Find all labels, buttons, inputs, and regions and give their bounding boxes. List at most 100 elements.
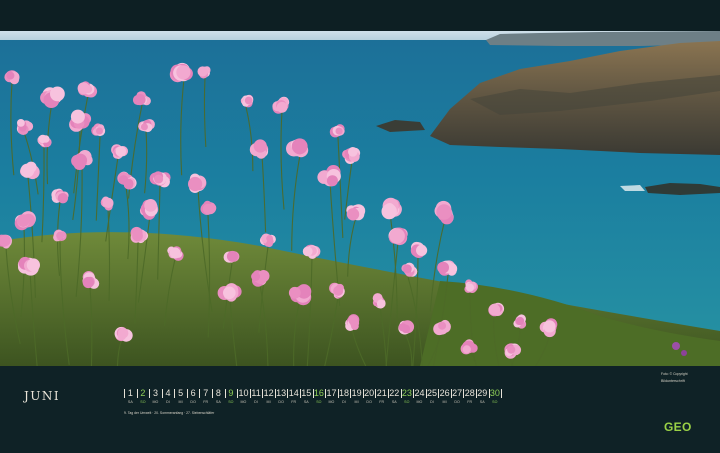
- calendar-day: 17 MO: [325, 388, 338, 405]
- day-number: 26: [439, 388, 450, 398]
- day-separator: [262, 389, 264, 398]
- calendar-day: 12 MI: [262, 388, 275, 405]
- day-separator: [475, 389, 477, 398]
- day-separator: [450, 389, 452, 398]
- day-number: 14: [288, 388, 299, 398]
- day-number: 15: [301, 388, 312, 398]
- top-band: [0, 0, 720, 31]
- weekday-label: FR: [379, 400, 385, 404]
- day-number: 7: [203, 388, 209, 398]
- day-separator: [425, 389, 427, 398]
- day-separator: [299, 389, 301, 398]
- day-number: 19: [351, 388, 362, 398]
- holiday-notes: 9. Tag der Umwelt · 20. Sommeranfang · 2…: [124, 411, 215, 415]
- thrift-flower: [346, 204, 366, 221]
- calendar-day: 9 SO: [224, 388, 238, 405]
- day-separator: [174, 389, 176, 398]
- day-number: 2: [140, 388, 146, 398]
- day-number: 27: [452, 388, 463, 398]
- weekday-label: DI: [254, 400, 258, 404]
- weekday-label: FR: [291, 400, 297, 404]
- calendar-day: 7 FR: [199, 388, 212, 405]
- day-number: 28: [464, 388, 475, 398]
- calendar-day: 18 DI: [337, 388, 351, 405]
- calendar-day: 8 SA: [211, 388, 225, 405]
- day-number: 13: [276, 388, 287, 398]
- calendar-day: 16 SO: [312, 388, 326, 405]
- calendar-day: 11 DI: [249, 388, 263, 405]
- calendar-day: 1 SA: [124, 388, 137, 405]
- calendar-page: JUNI 1 SA 2 SO 3 MO 4 DI 5 MI 6 DO 7 FR 8 SA 9 SO 10 MO 11 DI…: [0, 0, 720, 453]
- calendar-day: 10 MO: [237, 388, 250, 405]
- weekday-label: MO: [328, 400, 335, 404]
- calendar-day: 2 SO: [136, 388, 150, 405]
- photo-credit: Foto: © Copyright: [661, 372, 688, 376]
- calendar-day: 19 MI: [350, 388, 363, 405]
- day-number: 11: [251, 388, 261, 398]
- calendar-day: 26 MI: [438, 388, 451, 405]
- day-separator: [488, 389, 490, 398]
- weekday-label: MI: [178, 400, 183, 404]
- day-number: 8: [215, 388, 221, 398]
- weekday-label: DO: [366, 400, 372, 404]
- month-title: JUNI: [24, 389, 61, 403]
- day-number: 18: [339, 388, 350, 398]
- weekday-label: DI: [430, 400, 434, 404]
- calendar-day: 5 MI: [174, 388, 187, 405]
- weekday-label: FR: [467, 400, 473, 404]
- day-separator: [438, 389, 440, 398]
- day-number: 25: [427, 388, 438, 398]
- weekday-label: DI: [342, 400, 346, 404]
- weekday-label: SO: [316, 400, 322, 404]
- day-number: 23: [401, 388, 412, 398]
- day-number: 9: [228, 388, 234, 398]
- day-separator: [413, 389, 415, 398]
- day-number: 16: [313, 388, 324, 398]
- photo-caption: Bildunterschrift: [661, 379, 685, 383]
- day-number: 6: [190, 388, 196, 398]
- weekday-label: SO: [228, 400, 234, 404]
- weekday-label: MO: [416, 400, 423, 404]
- day-separator: [149, 389, 151, 398]
- day-number: 20: [364, 388, 375, 398]
- landscape-photo: [0, 31, 720, 366]
- calendar-day: 30 SO: [488, 388, 502, 405]
- weekday-label: SA: [215, 400, 221, 404]
- calendar-day: 29 SA: [475, 388, 489, 405]
- weekday-label: SO: [140, 400, 146, 404]
- day-number: 30: [489, 388, 500, 398]
- day-separator: [161, 389, 163, 398]
- calendar-day: 23 SO: [400, 388, 414, 405]
- calendar-day: 3 MO: [149, 388, 162, 405]
- day-separator: [387, 389, 389, 398]
- day-number: 29: [477, 388, 488, 398]
- calendar-day: 22 SA: [387, 388, 401, 405]
- weekday-label: SA: [391, 400, 397, 404]
- weekday-label: SA: [479, 400, 485, 404]
- weekday-label: FR: [203, 400, 209, 404]
- geo-logo: GEO: [664, 420, 692, 434]
- weekday-label: SO: [492, 400, 498, 404]
- day-number: 10: [238, 388, 249, 398]
- day-number: 4: [165, 388, 171, 398]
- day-separator: [463, 389, 465, 398]
- weekday-label: MI: [266, 400, 271, 404]
- calendar-day: 27 DO: [450, 388, 464, 405]
- day-number: 12: [263, 388, 274, 398]
- day-number: 1: [127, 388, 133, 398]
- calendar-day: 28 FR: [463, 388, 476, 405]
- calendar-day: 14 FR: [287, 388, 300, 405]
- day-number: 3: [152, 388, 158, 398]
- day-number: 21: [376, 388, 387, 398]
- calendar-day: 20 DO: [362, 388, 376, 405]
- day-separator: [375, 389, 377, 398]
- day-separator: [337, 389, 339, 398]
- day-separator: [325, 389, 327, 398]
- day-number: 17: [326, 388, 337, 398]
- day-separator: [224, 389, 226, 398]
- day-separator: [199, 389, 201, 398]
- day-separator: [312, 389, 314, 398]
- day-separator: [350, 389, 352, 398]
- weekday-label: SA: [127, 400, 133, 404]
- day-separator: [136, 389, 138, 398]
